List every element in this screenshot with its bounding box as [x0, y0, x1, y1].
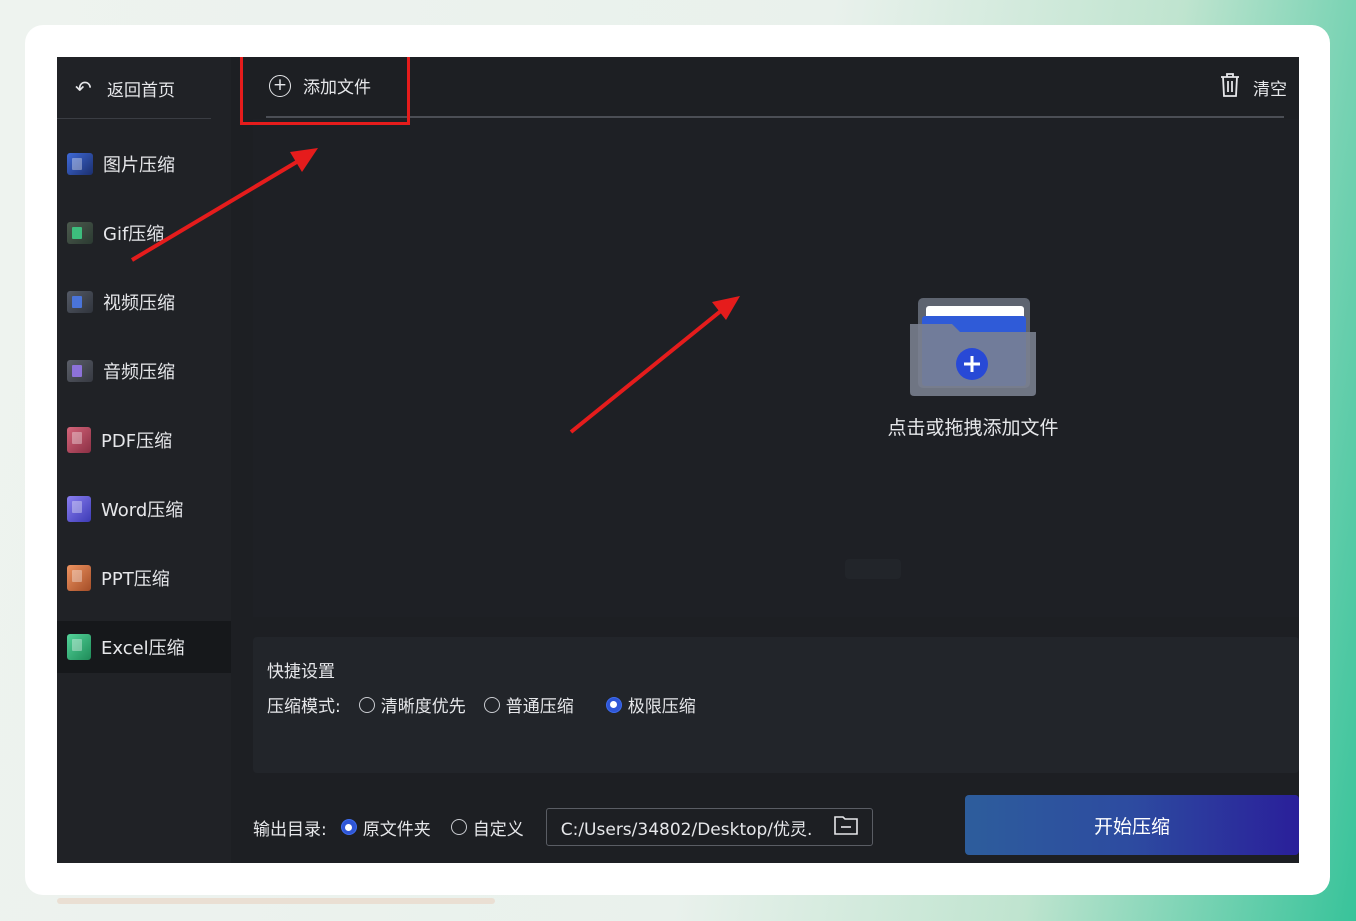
output-radio-custom[interactable]: 自定义	[450, 815, 524, 840]
mode-radio-extreme[interactable]: 极限压缩	[605, 692, 696, 717]
sidebar-item-label: 音频压缩	[103, 362, 175, 383]
image-compress-icon	[67, 153, 93, 175]
sidebar-item-label: Word压缩	[101, 500, 184, 521]
output-path-text: C:/Users/34802/Desktop/优灵.	[560, 819, 813, 840]
audio-compress-icon	[67, 360, 93, 382]
sidebar-item-word[interactable]: Word压缩	[57, 483, 231, 535]
sidebar-item-label: Gif压缩	[103, 224, 165, 245]
mode-radio-clarity[interactable]: 清晰度优先	[358, 692, 466, 717]
sidebar-item-pdf[interactable]: PDF压缩	[57, 414, 231, 466]
ppt-compress-icon	[67, 565, 91, 591]
faint-placeholder	[845, 559, 901, 579]
sidebar-item-label: 视频压缩	[103, 293, 175, 314]
back-home-button[interactable]: ↶ 返回首页	[57, 57, 231, 119]
sidebar-item-video[interactable]: 视频压缩	[57, 276, 231, 328]
folder-add-icon[interactable]	[908, 294, 1038, 399]
sidebar-item-label: 图片压缩	[103, 155, 175, 176]
mode-radio-normal[interactable]: 普通压缩	[483, 692, 574, 717]
radio-label: 清晰度优先	[380, 697, 466, 717]
video-compress-icon	[67, 291, 93, 313]
back-arrow-icon: ↶	[75, 76, 92, 100]
compression-mode-label: 压缩模式:	[267, 697, 341, 717]
sidebar-item-gif[interactable]: Gif压缩	[57, 207, 231, 259]
sidebar-item-label: PPT压缩	[101, 569, 170, 590]
output-radio-original-folder[interactable]: 原文件夹	[340, 815, 431, 840]
radio-dot-checked	[340, 819, 357, 835]
output-directory-row: 输出目录: 原文件夹 自定义 C:/Users/34802/Desktop/优灵…	[253, 805, 873, 849]
radio-label: 普通压缩	[505, 697, 574, 717]
decorative-stripe	[57, 898, 495, 904]
output-path-field[interactable]: C:/Users/34802/Desktop/优灵.	[545, 808, 873, 846]
word-compress-icon	[67, 496, 91, 522]
radio-dot	[358, 696, 375, 713]
quick-settings-title: 快捷设置	[267, 662, 335, 682]
file-drop-zone[interactable]: 点击或拖拽添加文件	[253, 119, 1299, 617]
drop-hint-text: 点击或拖拽添加文件	[887, 417, 1059, 439]
gif-compress-icon	[67, 222, 93, 244]
quick-settings-panel: 快捷设置 压缩模式: 清晰度优先 普通压缩 极限压缩	[253, 637, 1299, 773]
sidebar-item-ppt[interactable]: PPT压缩	[57, 552, 231, 604]
sidebar: ↶ 返回首页 图片压缩 Gif压缩 视频压缩 音频压缩 PDF压缩 Word压缩	[57, 57, 231, 863]
radio-label: 原文件夹	[362, 819, 431, 840]
sidebar-item-audio[interactable]: 音频压缩	[57, 345, 231, 397]
output-directory-label: 输出目录:	[253, 819, 327, 840]
sidebar-item-label: Excel压缩	[101, 638, 185, 659]
sidebar-divider	[57, 118, 211, 119]
clear-label: 清空	[1253, 79, 1287, 100]
radio-label: 极限压缩	[627, 697, 696, 717]
start-compress-button[interactable]: 开始压缩	[965, 795, 1299, 855]
radio-dot	[483, 696, 500, 713]
pdf-compress-icon	[67, 427, 91, 453]
toolbar-divider	[266, 116, 1284, 118]
folder-browse-icon[interactable]	[833, 815, 858, 839]
radio-dot	[450, 819, 467, 835]
excel-compress-icon	[67, 634, 91, 660]
compressor-app-window: ↶ 返回首页 图片压缩 Gif压缩 视频压缩 音频压缩 PDF压缩 Word压缩	[57, 57, 1299, 863]
sidebar-item-excel[interactable]: Excel压缩	[57, 621, 231, 673]
sidebar-item-image[interactable]: 图片压缩	[57, 138, 231, 190]
radio-dot-checked	[605, 696, 622, 713]
back-home-label: 返回首页	[107, 80, 175, 101]
clear-button[interactable]: 清空	[1219, 72, 1287, 102]
compression-mode-row: 压缩模式: 清晰度优先 普通压缩 极限压缩	[267, 692, 696, 717]
trash-icon	[1219, 72, 1241, 102]
highlight-box-add-file	[240, 57, 410, 125]
sidebar-item-label: PDF压缩	[101, 431, 173, 452]
radio-label: 自定义	[472, 819, 524, 840]
